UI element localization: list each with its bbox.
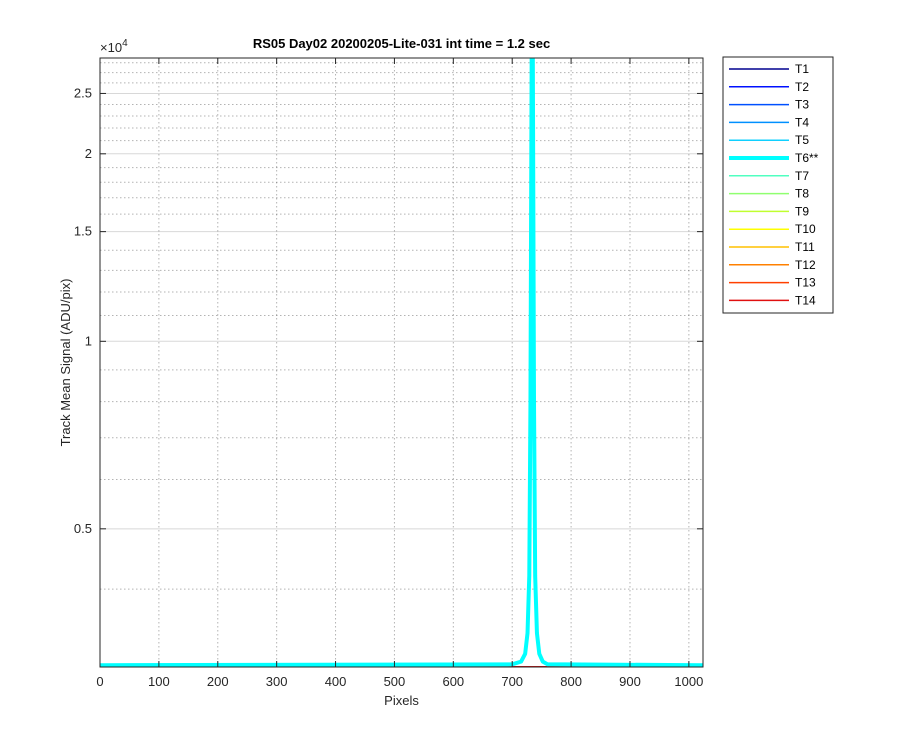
y-axis-multiplier: ×104	[100, 38, 128, 55]
y-tick-label: 1.5	[74, 224, 92, 239]
x-tick-label: 200	[207, 674, 229, 689]
x-axis-label: Pixels	[384, 693, 419, 708]
legend-label: T4	[795, 115, 809, 129]
legend-label: T9	[795, 204, 809, 218]
legend[interactable]: T1 T2 T3 T4 T5 T6** T7 T8 T9 T10 T11 T12 T13 T14	[722, 56, 834, 314]
legend-label: T14	[795, 293, 816, 307]
legend-label: T3	[795, 98, 809, 112]
legend-label: T1	[795, 62, 809, 76]
legend-label: T8	[795, 187, 809, 201]
y-tick-label: 1	[85, 333, 92, 348]
legend-label: T5	[795, 133, 809, 147]
x-tick-label: 300	[266, 674, 288, 689]
y-tick-label: 2	[85, 146, 92, 161]
y-tick-label: 2.5	[74, 85, 92, 100]
y-multiplier-base: ×10	[100, 40, 122, 55]
x-tick-label: 700	[501, 674, 523, 689]
legend-label: T12	[795, 258, 816, 272]
chart-title: RS05 Day02 20200205-Lite-031 int time = …	[253, 36, 550, 51]
x-tick-label: 800	[560, 674, 582, 689]
legend-label: T10	[795, 222, 816, 236]
axis-ticks: 0.5 1 1.5 2 2.5 0 100 200 300 400 500 600 700 800 900 1…	[74, 58, 703, 689]
series-line-t6	[100, 58, 703, 667]
y-axis-label: Track Mean Signal (ADU/pix)	[58, 279, 73, 447]
x-tick-label: 0	[96, 674, 103, 689]
x-tick-label: 600	[442, 674, 464, 689]
y-tick-label: 0.5	[74, 521, 92, 536]
x-tick-label: 400	[325, 674, 347, 689]
legend-label: T7	[795, 169, 809, 183]
legend-label: T6**	[795, 151, 819, 165]
legend-label: T13	[795, 276, 816, 290]
grid-lines	[99, 58, 703, 668]
x-tick-label: 900	[619, 674, 641, 689]
x-tick-label: 1000	[674, 674, 703, 689]
x-tick-label: 500	[384, 674, 406, 689]
plot-lines	[100, 58, 703, 667]
legend-label: T2	[795, 80, 809, 94]
legend-box	[722, 56, 834, 314]
legend-label: T11	[795, 240, 815, 254]
figure: 0.5 1 1.5 2 2.5 0 100 200 300 400 500 600 700 800 900 1…	[58, 36, 834, 708]
x-tick-label: 100	[148, 674, 170, 689]
axes-box	[99, 57, 704, 668]
y-multiplier-exponent: 4	[122, 38, 128, 49]
